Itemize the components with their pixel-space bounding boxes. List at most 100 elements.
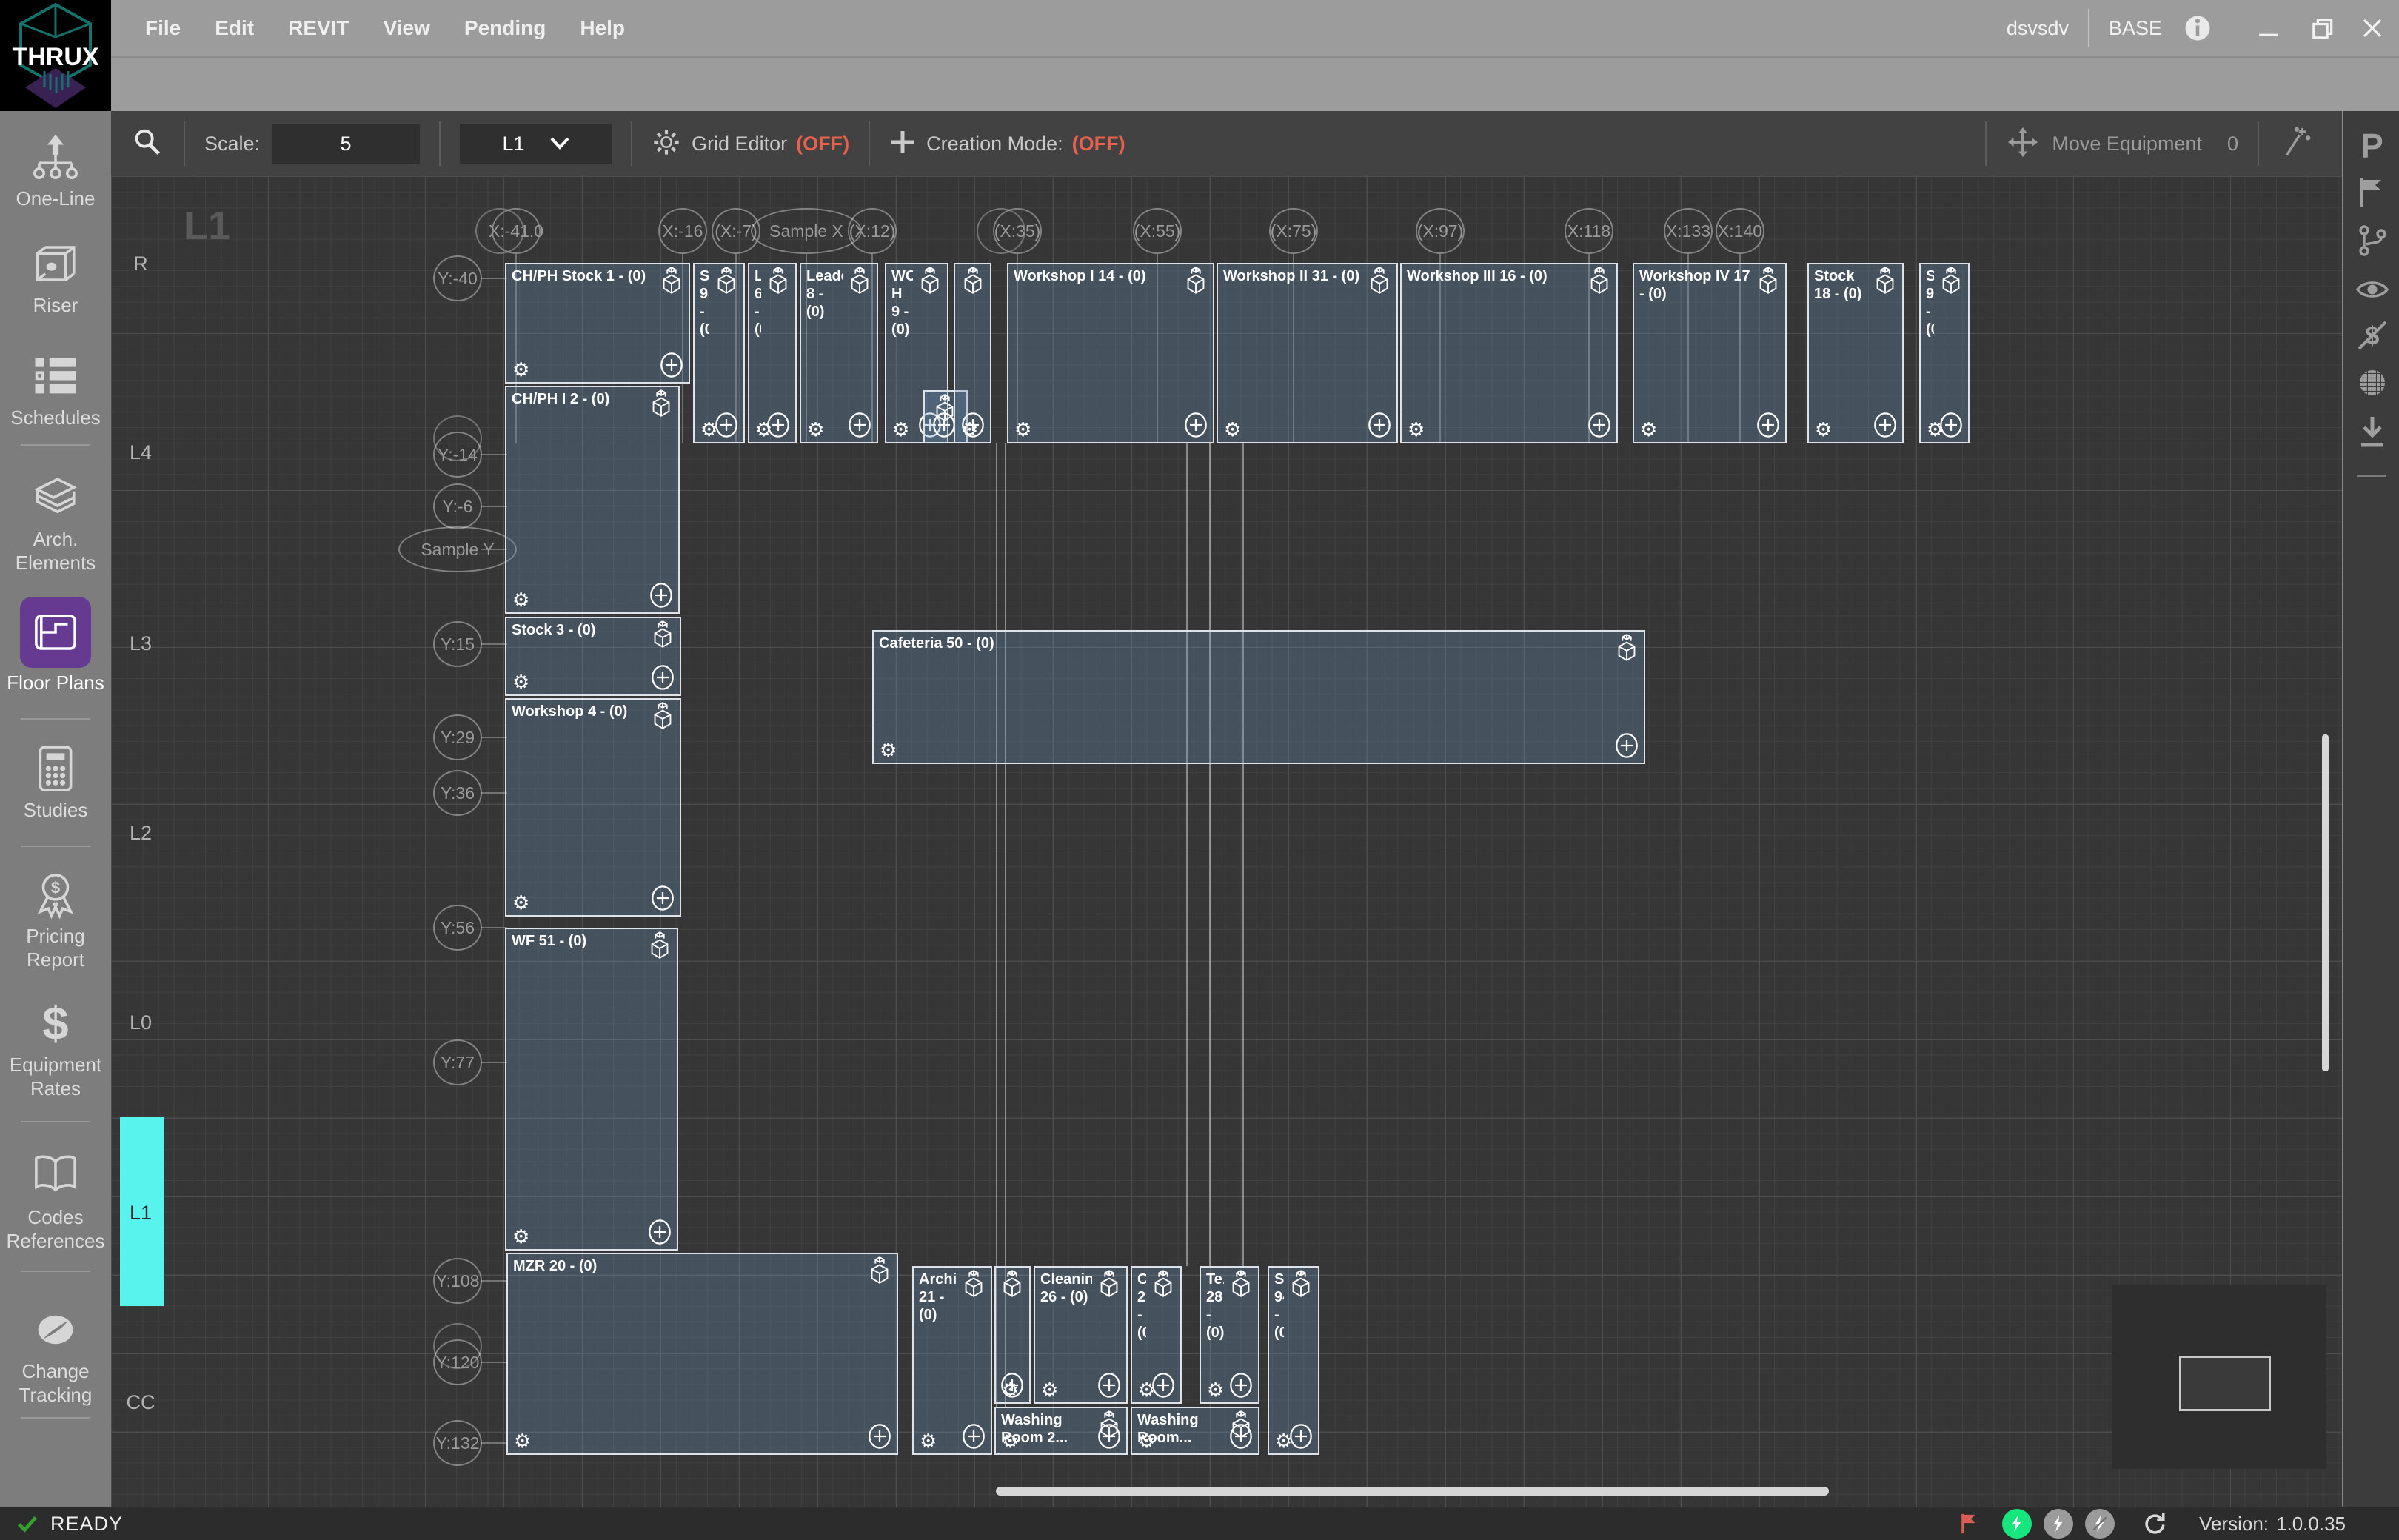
room[interactable]: WC 23 - (0)⚙ [994, 1266, 1031, 1404]
room-settings-gear-icon[interactable]: ⚙ [1138, 1431, 1155, 1450]
room-settings-gear-icon[interactable]: ⚙ [1224, 420, 1241, 439]
grid-bubble-y[interactable]: Y:108 [433, 1258, 482, 1304]
room-3d-cube-icon[interactable] [658, 267, 686, 299]
scale-input[interactable] [272, 124, 420, 164]
room[interactable]: Te... 28 - (0)⚙ [1200, 1266, 1259, 1404]
room-add-equipment-icon[interactable] [1228, 1422, 1254, 1450]
menu-file[interactable]: File [145, 16, 181, 40]
room-add-equipment-icon[interactable] [1587, 411, 1612, 439]
room-3d-cube-icon[interactable] [646, 931, 674, 964]
vertical-scrollbar[interactable] [2322, 734, 2329, 1071]
room-3d-cube-icon[interactable] [1227, 1270, 1255, 1302]
room-add-equipment-icon[interactable] [649, 581, 674, 609]
room[interactable]: Le... 6 - (0)⚙ [748, 263, 797, 443]
room-settings-gear-icon[interactable]: ⚙ [880, 740, 897, 760]
sidebar-item-riser[interactable]: Riser [0, 237, 111, 317]
room-add-equipment-icon[interactable] [647, 1218, 672, 1246]
room-add-equipment-icon[interactable] [847, 411, 872, 439]
grid-bubble-y[interactable]: Sample Y [398, 526, 517, 572]
room-add-equipment-icon[interactable] [659, 351, 684, 379]
room-3d-cube-icon[interactable] [1287, 1270, 1315, 1302]
room-settings-gear-icon[interactable]: ⚙ [1041, 1380, 1058, 1399]
room-3d-cube-icon[interactable] [712, 267, 740, 299]
sidebar-item-one-line[interactable]: One-Line [0, 130, 111, 210]
close-button[interactable] [2356, 12, 2389, 44]
grid-bubble-y[interactable]: Y:-6 [433, 483, 482, 529]
room-add-equipment-icon[interactable] [1151, 1371, 1176, 1399]
grid-bubble-x[interactable]: X:-41.0 [492, 208, 541, 254]
grid-bubble-y[interactable]: Y:-40 [433, 255, 482, 301]
grid-bubble-y[interactable]: Y:56 [433, 905, 482, 951]
grid-bubble-x[interactable]: (X:12) [848, 208, 897, 254]
room-settings-gear-icon[interactable]: ⚙ [892, 420, 909, 439]
grid-bubble-y[interactable]: Y:15 [433, 621, 482, 667]
room-3d-cube-icon[interactable] [1871, 267, 1899, 299]
move-equipment-icon[interactable] [2006, 125, 2040, 163]
sidebar-item-pricing-report[interactable]: $Pricing Report [0, 868, 111, 971]
room-settings-gear-icon[interactable]: ⚙ [512, 893, 529, 912]
room-3d-cube-icon[interactable] [649, 702, 677, 734]
room-settings-gear-icon[interactable]: ⚙ [1408, 420, 1425, 439]
flag-icon[interactable] [2343, 170, 2399, 213]
room-3d-cube-icon[interactable] [1182, 267, 1210, 299]
level-label-l0[interactable]: L0 [111, 1011, 170, 1034]
grid-bubble-x[interactable]: X:140 [1716, 208, 1764, 254]
grid-bubble-x[interactable]: (X:97) [1416, 208, 1465, 254]
room-settings-gear-icon[interactable]: ⚙ [1207, 1380, 1224, 1399]
room[interactable]: Stair 93 - (0)⚙ [693, 263, 745, 443]
room-add-equipment-icon[interactable] [1000, 1371, 1025, 1399]
sidebar-item-codes-references[interactable]: Codes References [0, 1149, 111, 1253]
sidebar-item-change-tracking[interactable]: Change Tracking [0, 1303, 111, 1407]
sidebar-item-schedules[interactable]: Schedules [0, 349, 111, 429]
grid-bubble-y[interactable]: Y:29 [433, 714, 482, 760]
grid-bubble-x[interactable]: X:133 [1664, 208, 1713, 254]
room[interactable]: CH/PH Stock 1 - (0)⚙ [505, 263, 690, 384]
grid-bubble-y[interactable]: Y:120 [433, 1339, 482, 1385]
room-add-equipment-icon[interactable] [1183, 411, 1208, 439]
room-settings-gear-icon[interactable]: ⚙ [514, 1431, 531, 1450]
room[interactable]: Workshop III 16 - (0)⚙ [1400, 263, 1618, 443]
p-tool-icon[interactable]: P [2343, 124, 2399, 167]
room[interactable]: WF 51 - (0)⚙ [505, 928, 678, 1251]
creation-mode-plus-icon[interactable] [889, 129, 916, 159]
download-icon[interactable] [2343, 410, 2399, 453]
room-3d-cube-icon[interactable] [1613, 634, 1641, 666]
room-3d-cube-icon[interactable] [959, 267, 987, 299]
magic-wand-icon[interactable] [2278, 125, 2312, 163]
level-label-r[interactable]: R [111, 252, 170, 275]
room[interactable]: Workshop 4 - (0)⚙ [505, 698, 681, 917]
grid-bubble-x[interactable]: X:118 [1565, 208, 1613, 254]
power-off-status-icon[interactable] [2085, 1509, 2115, 1539]
room-3d-cube-icon[interactable] [866, 1256, 894, 1289]
sidebar-item-floor-plans[interactable]: Floor Plans [0, 597, 111, 694]
room-add-equipment-icon[interactable] [1228, 1371, 1254, 1399]
grid-editor-label[interactable]: Grid Editor [692, 133, 787, 155]
room-add-equipment-icon[interactable] [1288, 1422, 1314, 1450]
menu-edit[interactable]: Edit [215, 16, 254, 40]
room[interactable]: Stair 94 - (0)⚙ [1268, 1266, 1319, 1455]
room[interactable]: Stock 3 - (0)⚙ [505, 617, 681, 696]
menu-revit[interactable]: REVIT [288, 16, 349, 40]
room-add-equipment-icon[interactable] [766, 411, 791, 439]
room-3d-cube-icon[interactable] [1365, 267, 1393, 299]
eye-icon[interactable] [2343, 268, 2399, 311]
power-idle-status-icon[interactable] [2044, 1509, 2073, 1539]
room-add-equipment-icon[interactable] [931, 411, 957, 439]
power-on-status-icon[interactable] [2002, 1509, 2032, 1539]
horizontal-scrollbar[interactable] [996, 1487, 1829, 1496]
creation-mode-label[interactable]: Creation Mode: [926, 133, 1063, 155]
level-label-l2[interactable]: L2 [111, 822, 170, 845]
grid-bubble-x[interactable]: Sample X [751, 208, 862, 254]
minimize-button[interactable] [2252, 12, 2285, 44]
room[interactable]: Stock 18 - (0)⚙ [1807, 263, 1904, 443]
room-settings-gear-icon[interactable]: ⚙ [920, 1431, 937, 1450]
room-add-equipment-icon[interactable] [1938, 411, 1964, 439]
grid-bubble-x[interactable]: X:-16 [658, 208, 707, 254]
room-add-equipment-icon[interactable] [650, 663, 675, 692]
dot-grid-icon[interactable] [2343, 361, 2399, 404]
sidebar-item-studies[interactable]: Studies [0, 742, 111, 822]
room-add-equipment-icon[interactable] [867, 1422, 892, 1450]
minimap-viewport[interactable] [2179, 1356, 2271, 1411]
room[interactable]: Workshop I 14 - (0)⚙ [1007, 263, 1214, 443]
room[interactable]: Cafeteria 50 - (0)⚙ [872, 630, 1645, 764]
